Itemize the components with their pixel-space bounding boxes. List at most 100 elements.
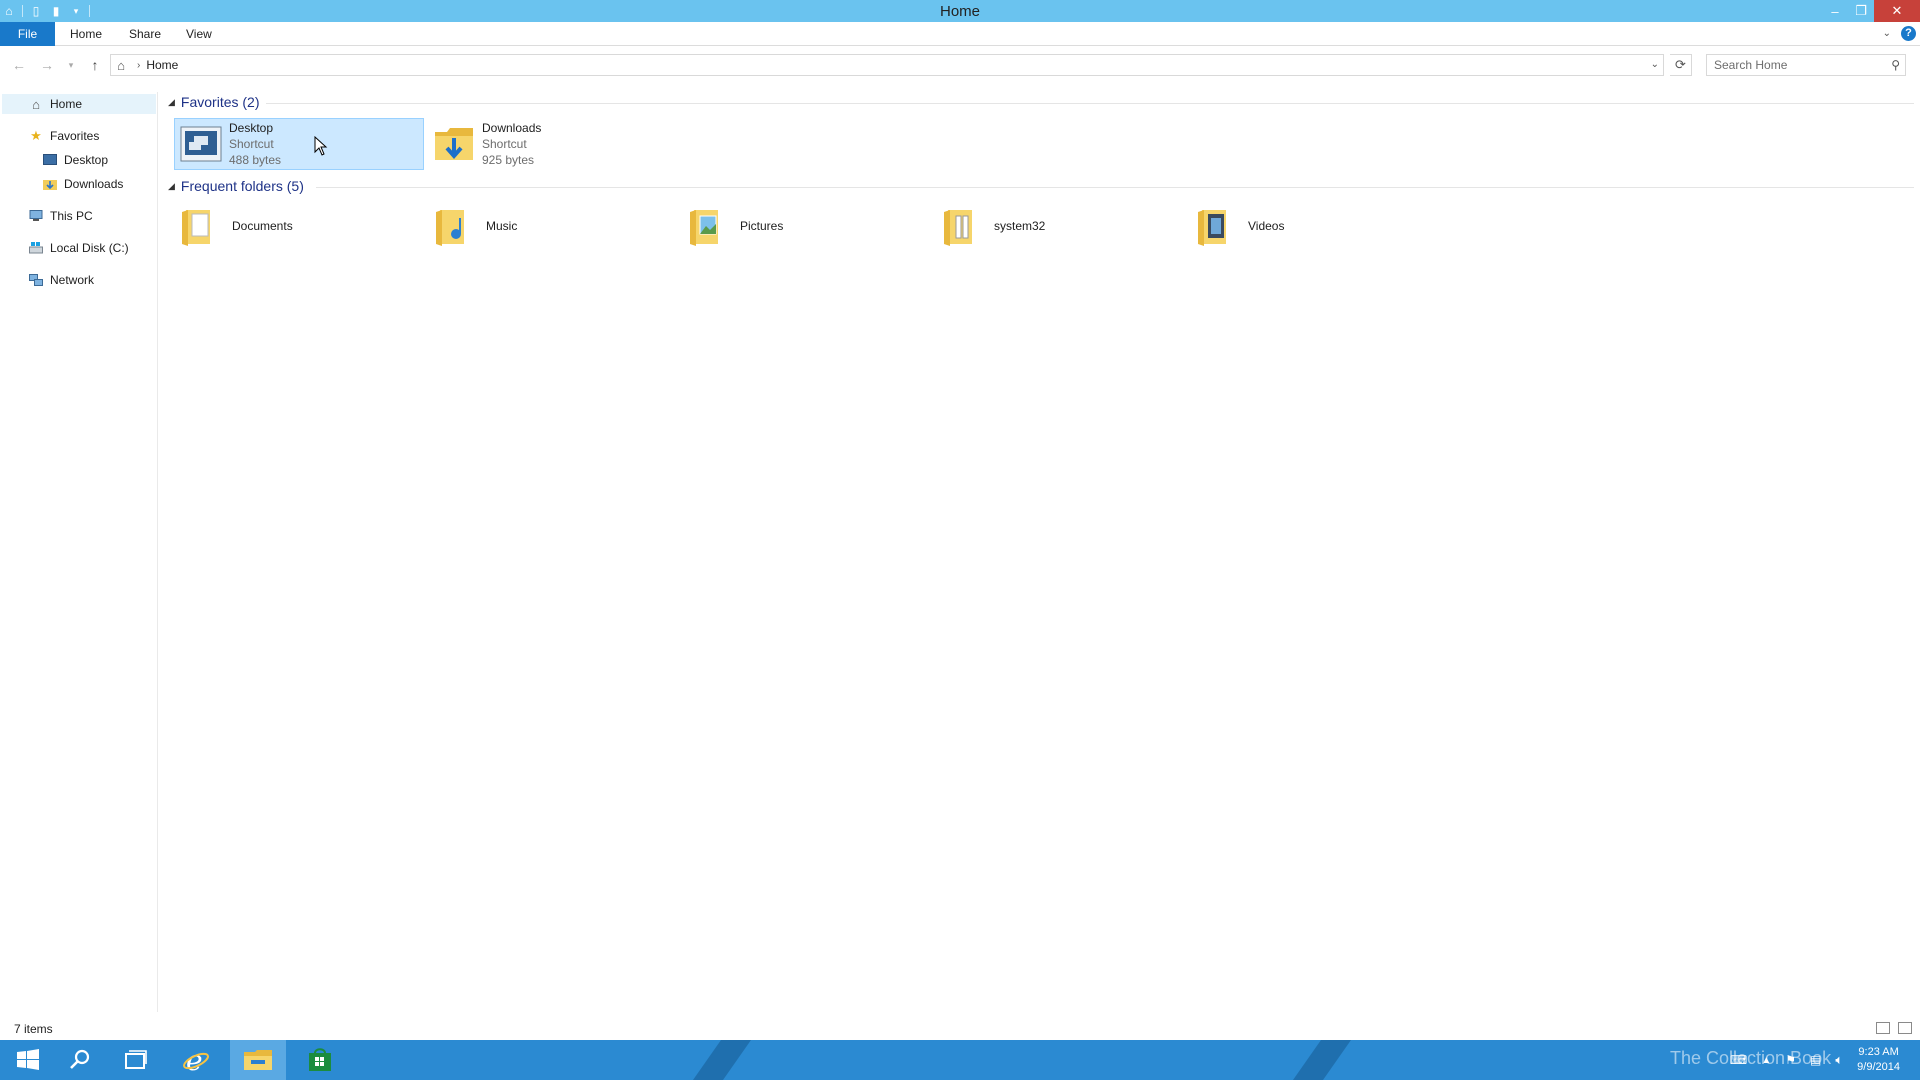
star-icon: ★: [30, 128, 42, 143]
item-count: 7 items: [14, 1022, 53, 1036]
clock-time: 9:23 AM: [1858, 1046, 1899, 1058]
pictures-folder-icon: [686, 204, 730, 248]
nav-item-label: Desktop: [64, 153, 109, 167]
mouse-cursor-icon: [314, 135, 328, 156]
help-icon[interactable]: ?: [1901, 26, 1916, 41]
folder-tile-system32[interactable]: system32: [936, 200, 1186, 252]
action-center-flag-icon[interactable]: ⚑: [1785, 1053, 1796, 1067]
tile-type: Shortcut: [229, 137, 274, 151]
taskbar: e The Collection Book ⌨ ▲ ⚑ ▤ 🔈︎ 9:23 AM…: [0, 1040, 1920, 1080]
tab-file[interactable]: File: [0, 22, 55, 46]
nav-item-label: Local Disk (C:): [50, 241, 129, 255]
tile-name: system32: [994, 219, 1046, 233]
tile-name: Desktop: [229, 121, 274, 135]
address-history-icon[interactable]: ⌄: [1651, 59, 1659, 70]
documents-folder-icon: [178, 204, 222, 248]
group-title: Frequent folders (5): [180, 178, 304, 194]
content-pane: ◢ Favorites (2) Desktop Shortcut 488 byt…: [160, 92, 1920, 1012]
collapse-triangle-icon[interactable]: ◢: [168, 97, 175, 108]
favorite-tile-downloads[interactable]: Downloads Shortcut 925 bytes: [428, 118, 678, 170]
drive-icon: [28, 240, 44, 256]
restore-button[interactable]: ❐: [1848, 0, 1874, 22]
store-button[interactable]: [292, 1040, 348, 1080]
forward-button[interactable]: →: [38, 56, 56, 74]
folder-tile-videos[interactable]: Videos: [1190, 200, 1440, 252]
folder-tile-pictures[interactable]: Pictures: [682, 200, 932, 252]
nav-item-network[interactable]: Network: [28, 270, 94, 290]
folder-tile-music[interactable]: Music: [428, 200, 678, 252]
home-icon: ⌂: [32, 96, 40, 112]
breadcrumb-chevron-icon[interactable]: ›: [137, 60, 140, 71]
up-button[interactable]: ↑: [86, 56, 104, 74]
frequent-folders-group-header[interactable]: ◢ Frequent folders (5): [168, 176, 304, 196]
nav-item-home[interactable]: ⌂ Home: [2, 94, 156, 114]
nav-item-label: Network: [50, 273, 95, 287]
task-view-icon: [125, 1050, 147, 1069]
clock-date: 9/9/2014: [1857, 1061, 1900, 1073]
search-input[interactable]: [1707, 55, 1877, 75]
taskbar-decoration: [678, 1040, 752, 1080]
taskbar-decoration: [1278, 1040, 1352, 1080]
refresh-button[interactable]: ⟳: [1670, 54, 1692, 76]
volume-icon[interactable]: 🔈︎: [1835, 1052, 1843, 1068]
nav-item-label: Downloads: [64, 177, 124, 191]
keyboard-icon[interactable]: ⌨: [1730, 1053, 1747, 1067]
show-hidden-icons[interactable]: ▲: [1761, 1055, 1771, 1066]
tab-share[interactable]: Share: [115, 22, 175, 46]
desktop-icon: [42, 152, 58, 168]
task-view-button[interactable]: [108, 1040, 164, 1080]
nav-item-downloads[interactable]: Downloads: [42, 174, 123, 194]
recent-locations-icon[interactable]: ▾: [62, 56, 80, 74]
minimize-button[interactable]: –: [1822, 0, 1848, 22]
large-icons-view-icon[interactable]: [1898, 1022, 1912, 1034]
computer-icon: [28, 208, 44, 224]
address-bar[interactable]: ⌂ › Home ⌄: [110, 54, 1664, 76]
tile-type: Shortcut: [482, 137, 527, 151]
title-bar: ⌂ ▯ ▮ ▾ Home – ❐ ✕: [0, 0, 1920, 22]
start-button[interactable]: [0, 1040, 56, 1080]
network-status-icon[interactable]: ▤: [1810, 1053, 1821, 1067]
tab-view[interactable]: View: [172, 22, 226, 46]
details-view-icon[interactable]: [1876, 1022, 1890, 1034]
search-icon[interactable]: ⚲: [1891, 58, 1900, 72]
nav-item-label: Favorites: [50, 129, 100, 143]
tile-name: Music: [486, 219, 518, 233]
tile-name: Documents: [232, 219, 293, 233]
status-bar: 7 items: [0, 1018, 1920, 1040]
home-location-icon: ⌂: [117, 57, 125, 73]
nav-item-local-disk[interactable]: Local Disk (C:): [28, 238, 129, 258]
tab-home[interactable]: Home: [56, 22, 116, 46]
group-title: Favorites (2): [180, 94, 260, 110]
nav-item-label: This PC: [50, 209, 93, 223]
nav-item-this-pc[interactable]: This PC: [28, 206, 93, 226]
music-folder-icon: [432, 204, 476, 248]
file-explorer-icon: [244, 1050, 272, 1070]
expand-ribbon-icon[interactable]: ⌄: [1883, 28, 1891, 39]
desktop-icon: [179, 122, 223, 166]
folder-tile-documents[interactable]: Documents: [174, 200, 424, 252]
internet-explorer-icon: e: [183, 1046, 209, 1074]
nav-item-desktop[interactable]: Desktop: [42, 150, 108, 170]
nav-item-favorites[interactable]: ★ Favorites: [28, 126, 99, 146]
breadcrumb[interactable]: Home: [146, 58, 178, 72]
internet-explorer-button[interactable]: e: [168, 1040, 224, 1080]
close-button[interactable]: ✕: [1874, 0, 1920, 22]
store-icon: [309, 1048, 331, 1071]
collapse-triangle-icon[interactable]: ◢: [168, 181, 175, 192]
videos-folder-icon: [1194, 204, 1238, 248]
tile-size: 488 bytes: [229, 153, 282, 167]
search-taskbar-button[interactable]: [52, 1040, 108, 1080]
window-title: Home: [939, 3, 980, 20]
favorites-group-header[interactable]: ◢ Favorites (2): [168, 92, 260, 112]
search-box[interactable]: ⚲: [1706, 54, 1906, 76]
downloads-folder-icon: [432, 122, 476, 166]
clock[interactable]: 9:23 AM 9/9/2014: [1857, 1045, 1900, 1075]
tile-name: Downloads: [482, 121, 542, 135]
tile-name: Pictures: [740, 219, 784, 233]
group-divider: [316, 187, 1914, 188]
network-icon: [28, 272, 44, 288]
file-explorer-button[interactable]: [230, 1040, 286, 1080]
back-button[interactable]: ←: [10, 56, 28, 74]
favorite-tile-desktop[interactable]: Desktop Shortcut 488 bytes: [174, 118, 424, 170]
downloads-icon: [42, 176, 58, 192]
